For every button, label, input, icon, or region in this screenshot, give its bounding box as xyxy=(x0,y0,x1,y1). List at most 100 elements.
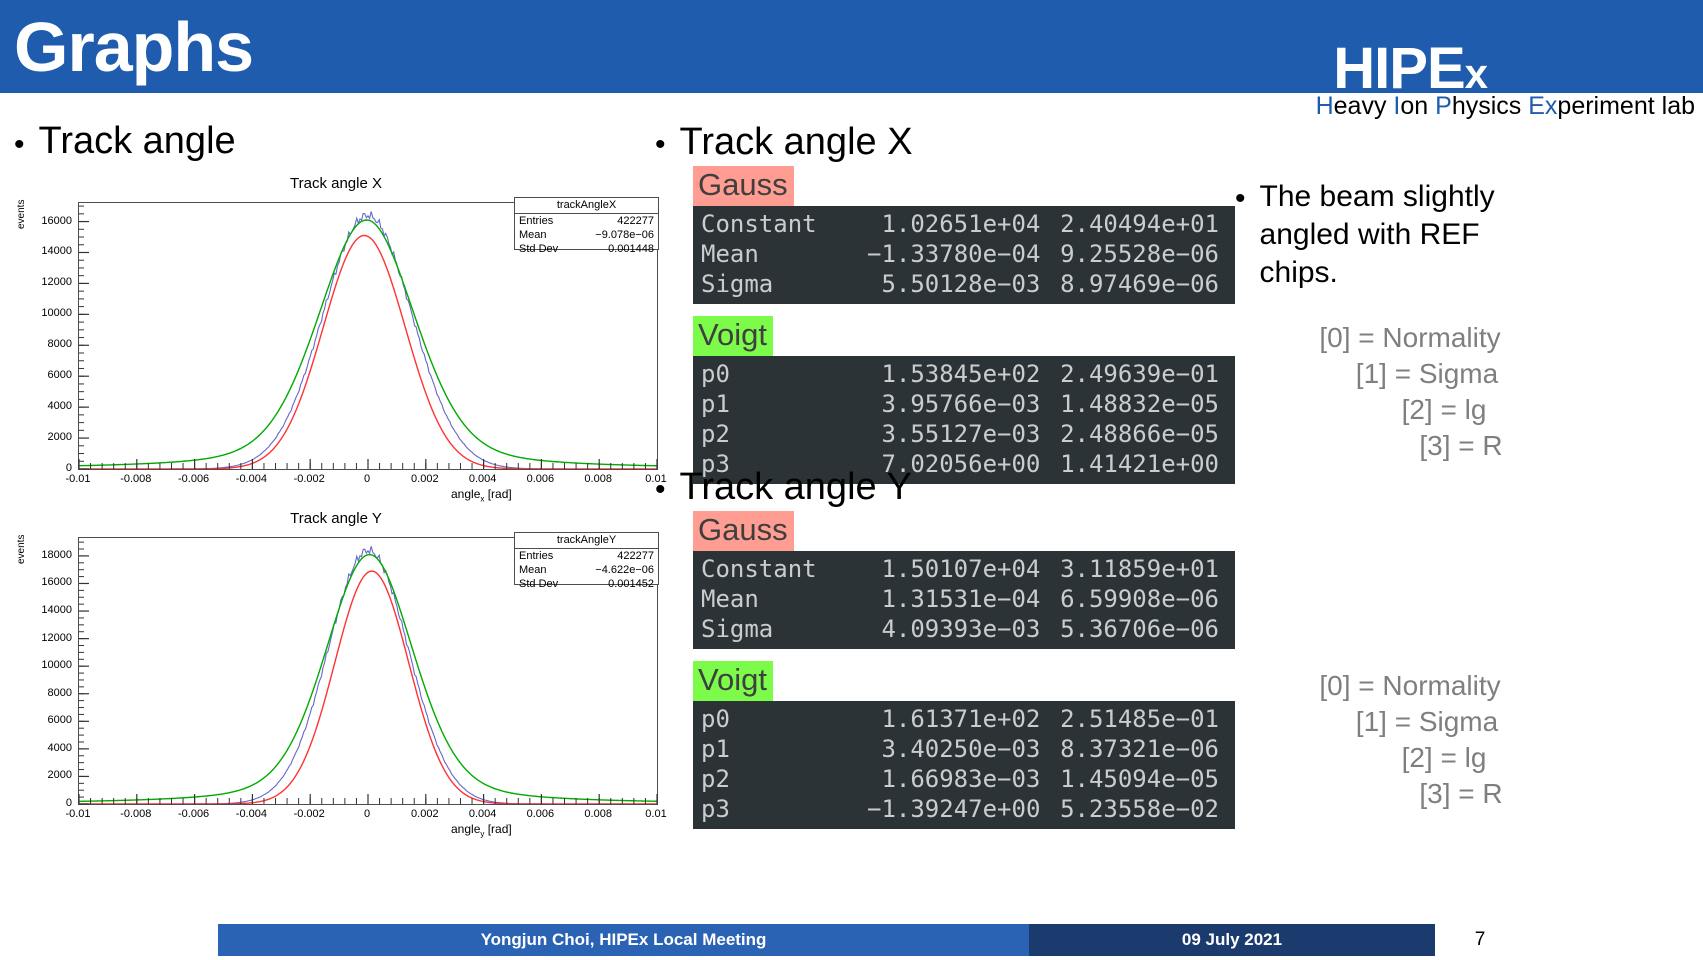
param-error: 5.36706e−06 xyxy=(1060,615,1220,643)
y-tick-label: 8000 xyxy=(47,686,72,699)
param-name: p3 xyxy=(701,795,730,823)
param-value: 1.31531e−04 xyxy=(881,585,1041,613)
param-value: 5.50128e−03 xyxy=(881,270,1041,298)
param-error: 8.97469e−06 xyxy=(1060,270,1220,298)
param-error: 3.11859e+01 xyxy=(1060,555,1220,583)
param-error: 2.49639e−01 xyxy=(1060,360,1220,388)
stats-label: Mean xyxy=(519,564,547,576)
param-row: Mean 1.31531e−04 6.59908e−06 xyxy=(693,584,1235,614)
x-tick-label: -0.006 xyxy=(177,473,210,485)
y-tick-label: 18000 xyxy=(41,548,72,561)
param-row: p0 1.61371e+02 2.51485e−01 xyxy=(693,704,1235,734)
stats-label: Entries xyxy=(519,215,554,227)
legend-line: [0] = Normality xyxy=(1319,670,1501,701)
y-tick-label: 6000 xyxy=(47,714,72,727)
param-name: p2 xyxy=(701,765,730,793)
param-error: 2.51485e−01 xyxy=(1060,705,1220,733)
x-tick-label: 0.008 xyxy=(584,473,612,485)
param-legend-y: [0] = Normality [1] = Sigma [2] = lg [3] = … xyxy=(1245,668,1575,812)
stats-value: 422277 xyxy=(617,550,654,562)
fit-section-x: • Track angle X Gauss Constant 1.02651e+0… xyxy=(655,120,1235,484)
legend-line: [3] = R xyxy=(1419,430,1503,461)
beam-note-label: The beam slightly angled with REF chips. xyxy=(1259,180,1495,289)
x-tick-label: 0.004 xyxy=(468,473,497,485)
param-error: 2.48866e−05 xyxy=(1060,420,1220,448)
x-tick-label: 0 xyxy=(363,473,371,485)
stats-value: −4.622e−06 xyxy=(595,564,654,576)
y-tick-label: 10000 xyxy=(41,307,72,320)
stats-row: Entries 422277 xyxy=(515,214,658,228)
param-row: p3 −1.39247e+00 5.23558e−02 xyxy=(693,794,1235,824)
param-value: 1.66983e−03 xyxy=(881,765,1041,793)
param-row: Constant 1.50107e+04 3.11859e+01 xyxy=(693,554,1235,584)
voigt-tag-y: Voigt xyxy=(693,661,773,701)
legend-line: [3] = R xyxy=(1419,778,1503,809)
gauss-table-x: Constant 1.02651e+04 2.40494e+01 Mean −1.337… xyxy=(693,206,1235,304)
page-title: Graphs xyxy=(14,8,254,86)
param-name: p0 xyxy=(701,705,730,733)
y-tick-label: 6000 xyxy=(47,369,72,382)
param-name: Sigma xyxy=(701,615,774,643)
param-value: −1.39247e+00 xyxy=(867,795,1041,823)
param-value: 3.40250e−03 xyxy=(881,735,1041,763)
fit-section-y: • Track angle Y Gauss Constant 1.50107e+0… xyxy=(655,465,1235,829)
param-value: 1.61371e+02 xyxy=(881,705,1041,733)
stats-label: Mean xyxy=(519,229,547,241)
stats-row: Mean −9.078e−06 xyxy=(515,228,658,242)
bullet-icon: • xyxy=(14,128,25,161)
left-column-heading: • Track angle xyxy=(14,120,236,163)
x-tick-label: -0.008 xyxy=(120,473,152,485)
y-tick-label: 2000 xyxy=(47,769,72,782)
param-row: p2 1.66983e−03 1.45094e−05 xyxy=(693,764,1235,794)
gauss-tag-y: Gauss xyxy=(693,511,794,551)
gauss-tag-x: Gauss xyxy=(693,166,794,206)
y-tick-label: 16000 xyxy=(41,214,72,227)
chart-track-angle-y: Track angle Y events 0 2000 4000 6000 8000 10… xyxy=(6,510,667,840)
legend-line: [1] = Sigma xyxy=(1355,706,1499,737)
param-row: Sigma 4.09393e−03 5.36706e−06 xyxy=(693,614,1235,644)
y-tick-label: 14000 xyxy=(41,245,72,258)
param-name: Sigma xyxy=(701,270,774,298)
param-value: 4.09393e−03 xyxy=(881,615,1041,643)
legend-line: [1] = Sigma xyxy=(1355,358,1499,389)
x-tick-label: 0.006 xyxy=(526,808,555,820)
y-tick-label: 4000 xyxy=(47,741,72,754)
param-row: p1 3.95766e−03 1.48832e−05 xyxy=(693,389,1235,419)
stats-row: Entries 422277 xyxy=(515,549,658,563)
stats-label: Std Dev xyxy=(519,578,559,590)
x-tick-label: 0.002 xyxy=(411,808,439,820)
legend-line: [0] = Normality xyxy=(1319,322,1501,353)
param-error: 6.59908e−06 xyxy=(1060,585,1220,613)
stats-row: Std Dev 0.001452 xyxy=(515,577,658,591)
legend-line: [2] = lg xyxy=(1401,742,1487,773)
stats-title: trackAngleY xyxy=(515,533,658,549)
stats-value: 0.001452 xyxy=(608,578,654,590)
x-tick-label: 0 xyxy=(363,808,371,820)
logo-wordmark-x: x xyxy=(1464,50,1488,97)
stats-box: trackAngleY Entries 422277 Mean −4.622e−06 St… xyxy=(514,532,659,590)
stats-row: Std Dev 0.001448 xyxy=(515,242,658,256)
footer-date: 09 July 2021 xyxy=(1029,924,1435,956)
param-value: 1.53845e+02 xyxy=(881,360,1041,388)
beam-note: • The beam slightly angled with REF chip… xyxy=(1235,178,1565,292)
x-tick-label: -0.01 xyxy=(65,808,91,820)
bullet-icon: • xyxy=(655,473,666,506)
stats-value: 422277 xyxy=(617,215,654,227)
param-error: 1.48832e−05 xyxy=(1060,390,1220,418)
x-tick-label: -0.01 xyxy=(65,473,91,485)
chart-title: Track angle X xyxy=(290,175,382,192)
y-tick-label: 14000 xyxy=(41,604,72,617)
param-error: 1.45094e−05 xyxy=(1060,765,1220,793)
stats-title: trackAngleX xyxy=(515,198,658,214)
param-row: Mean −1.33780e−04 9.25528e−06 xyxy=(693,239,1235,269)
param-name: Mean xyxy=(701,585,759,613)
y-tick-label: 8000 xyxy=(47,338,72,351)
param-row: Sigma 5.50128e−03 8.97469e−06 xyxy=(693,269,1235,299)
stats-row: Mean −4.622e−06 xyxy=(515,563,658,577)
x-tick-label: 0.008 xyxy=(584,808,612,820)
stats-box: trackAngleX Entries 422277 Mean −9.078e−06 St… xyxy=(514,197,659,255)
x-tick-label: 0.004 xyxy=(468,808,497,820)
x-tick-label: -0.008 xyxy=(120,808,152,820)
bullet-icon: • xyxy=(655,128,666,161)
footer-author: Yongjun Choi, HIPEx Local Meeting xyxy=(218,924,1029,956)
